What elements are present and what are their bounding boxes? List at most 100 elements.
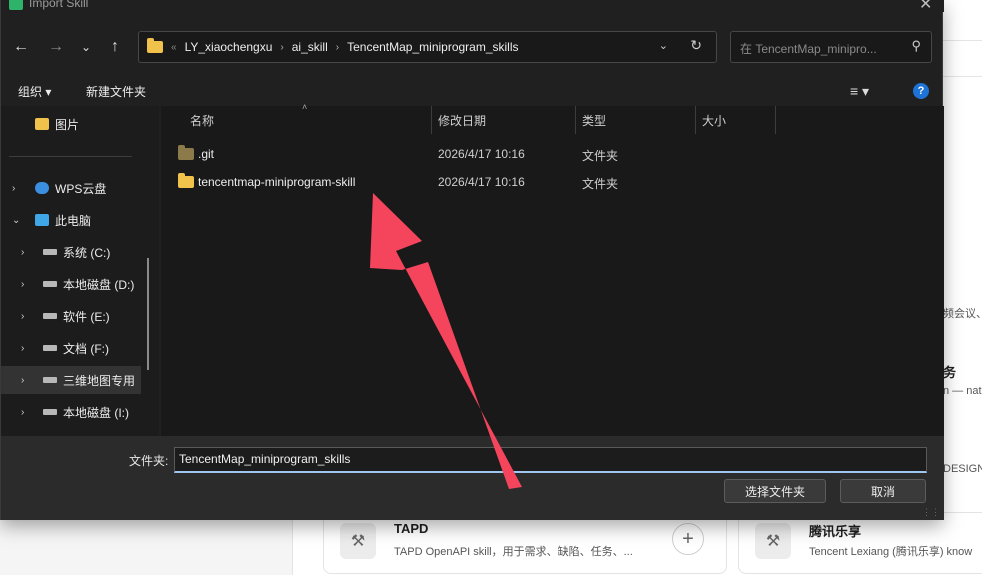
overflow-icon[interactable]: « <box>171 42 177 53</box>
cancel-button[interactable]: 取消 <box>840 479 926 503</box>
select-folder-button[interactable]: 选择文件夹 <box>724 479 826 503</box>
nav-item-label: 本地磁盘 (I:) <box>63 405 129 420</box>
nav-item-drive-d[interactable]: › 本地磁盘 (D:) <box>1 270 151 298</box>
file-type: 文件夹 <box>582 149 619 163</box>
nav-item-label: 此电脑 <box>55 213 92 228</box>
dialog-title: Import Skill <box>29 0 89 10</box>
folder-name-input[interactable]: TencentMap_miniprogram_skills <box>174 447 927 473</box>
nav-item-this-pc[interactable]: ⌄ 此电脑 <box>1 206 151 234</box>
nav-item-label: 本地磁盘 (D:) <box>63 277 135 292</box>
chevron-right-icon[interactable]: › <box>21 343 24 354</box>
column-header-modified[interactable]: 修改日期 <box>438 106 486 134</box>
search-placeholder: 在 TencentMap_minipro... <box>740 42 877 56</box>
tool-icon: ⚒ <box>340 523 376 559</box>
nav-item-drive-i[interactable]: › 本地磁盘 (I:) <box>1 398 151 426</box>
chevron-right-icon[interactable]: › <box>21 311 24 322</box>
drive-icon <box>43 281 57 287</box>
background-text: DESIGN <box>943 463 982 475</box>
tool-icon: ⚒ <box>755 523 791 559</box>
card-title: 腾讯乐享 <box>809 524 862 539</box>
file-name: tencentmap-miniprogram-skill <box>198 175 356 189</box>
skill-card-tapd[interactable]: ⚒ TAPD TAPD OpenAPI skill，用于需求、缺陷、任务、...… <box>323 512 727 574</box>
file-row[interactable]: .git 2026/4/17 10:16 文件夹 <box>161 140 944 168</box>
title-bar: Import Skill ✕ <box>1 0 944 14</box>
nav-item-label: 三维地图专用 <box>63 373 136 388</box>
chevron-right-icon[interactable]: › <box>12 183 15 194</box>
nav-item-3d-map-drive[interactable]: › 三维地图专用 <box>1 366 141 394</box>
nav-item-drive-e[interactable]: › 软件 (E:) <box>1 302 151 330</box>
column-divider[interactable] <box>575 106 576 134</box>
card-description: TAPD OpenAPI skill，用于需求、缺陷、任务、... <box>394 546 633 558</box>
breadcrumb-item[interactable]: TencentMap_miniprogram_skills <box>347 40 518 54</box>
help-icon[interactable]: ? <box>913 83 929 99</box>
file-list: 名称 ˄ 修改日期 类型 大小 .git 2026/4/17 10:16 文件夹… <box>161 102 944 436</box>
skill-card-lexiang[interactable]: ⚒ 腾讯乐享 Tencent Lexiang (腾讯乐享) know <box>738 512 982 574</box>
navigation-bar: ← → ⌄ ↑ « LY_xiaochengxu › ai_skill › Te… <box>1 28 944 66</box>
card-description: Tencent Lexiang (腾讯乐享) know <box>809 546 973 558</box>
divider <box>940 76 982 77</box>
recent-locations-icon[interactable]: ⌄ <box>74 35 98 59</box>
column-divider[interactable] <box>695 106 696 134</box>
divider <box>940 40 982 41</box>
search-icon: ⚲ <box>911 38 921 53</box>
up-arrow-icon[interactable]: ↑ <box>103 35 127 59</box>
divider <box>9 156 132 157</box>
background-text: n — nat <box>943 385 982 397</box>
search-input[interactable]: 在 TencentMap_minipro... ⚲ <box>730 31 932 63</box>
view-options-icon[interactable]: ≡ ▾ <box>850 83 869 100</box>
file-type: 文件夹 <box>582 177 619 191</box>
column-header-name[interactable]: 名称 <box>190 106 214 134</box>
drive-icon <box>43 377 57 383</box>
column-header-type[interactable]: 类型 <box>582 106 606 134</box>
nav-item-label: 软件 (E:) <box>63 309 110 324</box>
chevron-right-icon[interactable]: › <box>21 247 24 258</box>
breadcrumb-separator-icon[interactable]: › <box>280 42 283 53</box>
back-arrow-icon[interactable]: ← <box>9 35 33 59</box>
breadcrumb-item[interactable]: ai_skill <box>292 40 328 54</box>
organize-menu[interactable]: 组织 ▾ <box>18 83 51 100</box>
add-skill-button[interactable]: + <box>672 523 704 555</box>
card-title: TAPD <box>394 521 429 536</box>
sort-ascending-icon: ˄ <box>302 102 308 112</box>
nav-item-pictures[interactable]: 图片 <box>1 110 151 138</box>
nav-item-label: WPS云盘 <box>55 181 107 196</box>
nav-item-label: 系统 (C:) <box>63 245 111 260</box>
file-modified: 2026/4/17 10:16 <box>438 147 525 161</box>
file-row[interactable]: tencentmap-miniprogram-skill 2026/4/17 1… <box>161 168 944 196</box>
command-bar: 组织 ▾ 新建文件夹 ≡ ▾ ? <box>1 76 944 106</box>
file-name: .git <box>198 147 215 161</box>
column-divider[interactable] <box>431 106 432 134</box>
folder-icon <box>147 38 163 53</box>
new-folder-button[interactable]: 新建文件夹 <box>86 83 146 100</box>
import-skill-dialog: Import Skill ✕ ← → ⌄ ↑ « LY_xiaochengxu … <box>0 0 944 520</box>
close-icon[interactable]: ✕ <box>919 0 932 14</box>
navigation-pane: 图片 › WPS云盘 ⌄ 此电脑 › 系统 (C:) › 本地磁盘 (D:) ›… <box>1 106 159 436</box>
background-text: 频会议、 <box>943 308 982 320</box>
resize-grip-icon[interactable]: ⋮⋮ <box>922 507 940 518</box>
column-divider[interactable] <box>775 106 776 134</box>
folder-icon <box>178 145 194 160</box>
drive-icon <box>43 345 57 351</box>
scrollbar[interactable] <box>147 258 149 370</box>
forward-arrow-icon[interactable]: → <box>44 35 68 59</box>
app-icon <box>9 0 23 10</box>
chevron-down-icon[interactable]: ⌄ <box>12 215 20 226</box>
nav-item-wps-cloud[interactable]: › WPS云盘 <box>1 174 151 202</box>
chevron-right-icon[interactable]: › <box>21 279 24 290</box>
folder-field-label: 文件夹: <box>129 454 169 468</box>
nav-item-label: 文档 (F:) <box>63 341 109 356</box>
chevron-right-icon[interactable]: › <box>21 407 24 418</box>
chevron-right-icon[interactable]: › <box>21 375 24 386</box>
breadcrumb-separator-icon[interactable]: › <box>336 42 339 53</box>
dialog-footer: 文件夹: TencentMap_miniprogram_skills 选择文件夹… <box>1 436 944 520</box>
column-header-size[interactable]: 大小 <box>702 106 726 134</box>
chevron-down-icon[interactable]: ⌄ <box>659 39 668 52</box>
nav-item-label: 图片 <box>55 117 80 132</box>
pc-icon <box>35 214 49 226</box>
nav-item-drive-c[interactable]: › 系统 (C:) <box>1 238 151 266</box>
nav-item-drive-f[interactable]: › 文档 (F:) <box>1 334 151 362</box>
breadcrumb-item[interactable]: LY_xiaochengxu <box>185 40 273 54</box>
drive-icon <box>43 313 57 319</box>
address-bar[interactable]: « LY_xiaochengxu › ai_skill › TencentMap… <box>138 31 717 63</box>
refresh-icon[interactable]: ↻ <box>690 37 702 54</box>
